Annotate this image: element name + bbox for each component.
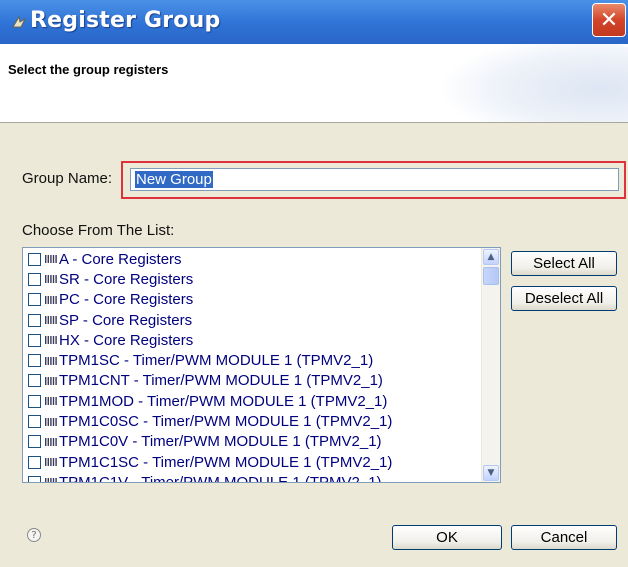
checkbox[interactable]: [28, 394, 41, 408]
list-item[interactable]: HX - Core Registers: [23, 330, 482, 350]
banner-separator: [0, 122, 628, 123]
register-icon: [45, 478, 57, 482]
list-item[interactable]: TPM1SC - Timer/PWM MODULE 1 (TPMV2_1): [23, 350, 482, 370]
list-item-label: TPM1C0V - Timer/PWM MODULE 1 (TPMV2_1): [59, 433, 382, 451]
list-item-label: SR - Core Registers: [59, 270, 194, 288]
register-icon: [45, 255, 57, 264]
checkbox[interactable]: [28, 374, 41, 388]
register-icon: [45, 295, 57, 304]
list-item-label: A - Core Registers: [59, 250, 182, 268]
list-item-label: TPM1C1V - Timer/PWM MODULE 1 (TPMV2_1): [59, 473, 382, 483]
register-list[interactable]: A - Core Registers SR - Core Registers PC …: [22, 247, 501, 483]
register-icon: [45, 336, 57, 345]
checkbox[interactable]: [28, 293, 41, 307]
ok-button[interactable]: OK: [392, 525, 502, 550]
close-icon: ✕: [599, 7, 619, 33]
list-item-label: TPM1CNT - Timer/PWM MODULE 1 (TPMV2_1): [59, 372, 383, 390]
banner-description: Select the group registers: [8, 62, 169, 77]
checkbox[interactable]: [28, 313, 41, 327]
list-item[interactable]: TPM1CNT - Timer/PWM MODULE 1 (TPMV2_1): [23, 371, 482, 391]
checkbox[interactable]: [28, 252, 41, 266]
register-icon: [45, 417, 57, 426]
list-item-label: TPM1SC - Timer/PWM MODULE 1 (TPMV2_1): [59, 352, 374, 370]
register-icon: [45, 397, 57, 406]
banner-decoration: [438, 44, 628, 122]
list-item-label: TPM1C0SC - Timer/PWM MODULE 1 (TPMV2_1): [59, 413, 393, 431]
register-list-items: A - Core Registers SR - Core Registers PC …: [23, 249, 482, 483]
list-item-label: TPM1MOD - Timer/PWM MODULE 1 (TPMV2_1): [59, 392, 388, 410]
chevron-down-icon: ▼: [487, 468, 495, 478]
list-item[interactable]: PC - Core Registers: [23, 290, 482, 310]
checkbox[interactable]: [28, 455, 41, 469]
list-item[interactable]: A - Core Registers: [23, 249, 482, 269]
list-item-label: TPM1C1SC - Timer/PWM MODULE 1 (TPMV2_1): [59, 453, 393, 471]
list-item[interactable]: TPM1MOD - Timer/PWM MODULE 1 (TPMV2_1): [23, 391, 482, 411]
group-name-label: Group Name:: [22, 170, 113, 187]
chevron-up-icon: ▲: [487, 252, 495, 262]
scroll-up-button[interactable]: ▲: [483, 249, 499, 265]
title-bar[interactable]: Register Group ✕: [0, 0, 628, 44]
register-icon: [45, 356, 57, 365]
checkbox[interactable]: [28, 475, 41, 482]
list-item-label: PC - Core Registers: [59, 291, 194, 309]
window-title: Register Group: [30, 8, 221, 33]
list-item-label: HX - Core Registers: [59, 331, 194, 349]
list-item[interactable]: SP - Core Registers: [23, 310, 482, 330]
help-icon[interactable]: ?: [27, 528, 41, 542]
scroll-thumb[interactable]: [483, 267, 499, 285]
list-item[interactable]: TPM1C1SC - Timer/PWM MODULE 1 (TPMV2_1): [23, 452, 482, 472]
list-scrollbar[interactable]: ▲ ▼: [481, 248, 500, 482]
dialog-app-icon: [12, 15, 27, 28]
group-name-value: New Group: [135, 171, 213, 188]
checkbox[interactable]: [28, 272, 41, 286]
checkbox[interactable]: [28, 435, 41, 449]
dialog-banner: Select the group registers: [0, 44, 628, 122]
select-all-button[interactable]: Select All: [511, 251, 617, 276]
list-item[interactable]: TPM1C0SC - Timer/PWM MODULE 1 (TPMV2_1): [23, 411, 482, 431]
register-icon: [45, 275, 57, 284]
list-item[interactable]: SR - Core Registers: [23, 269, 482, 289]
scroll-down-button[interactable]: ▼: [483, 465, 499, 481]
choose-list-label: Choose From The List:: [22, 222, 175, 239]
checkbox[interactable]: [28, 354, 41, 368]
group-name-input[interactable]: New Group: [130, 168, 619, 191]
deselect-all-button[interactable]: Deselect All: [511, 286, 617, 311]
register-icon: [45, 437, 57, 446]
register-icon: [45, 376, 57, 385]
list-item[interactable]: TPM1C0V - Timer/PWM MODULE 1 (TPMV2_1): [23, 432, 482, 452]
register-icon: [45, 458, 57, 467]
list-item[interactable]: TPM1C1V - Timer/PWM MODULE 1 (TPMV2_1): [23, 472, 482, 483]
checkbox[interactable]: [28, 415, 41, 429]
checkbox[interactable]: [28, 333, 41, 347]
close-button[interactable]: ✕: [592, 3, 626, 37]
register-icon: [45, 316, 57, 325]
list-item-label: SP - Core Registers: [59, 311, 193, 329]
cancel-button[interactable]: Cancel: [511, 525, 617, 550]
